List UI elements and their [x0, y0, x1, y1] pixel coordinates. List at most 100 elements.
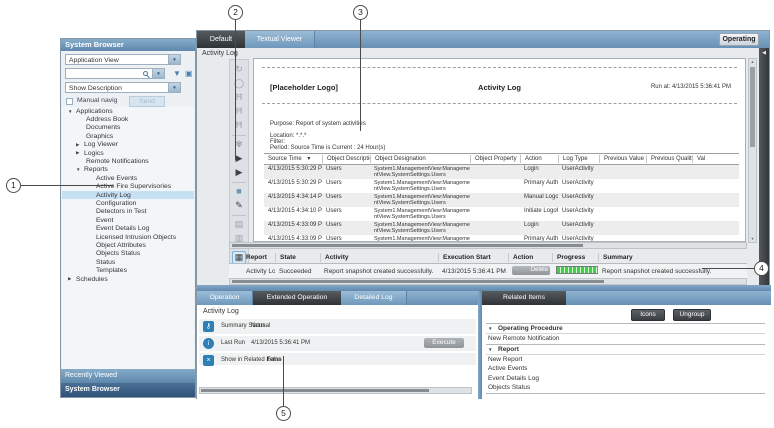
tree-item-graphics[interactable]: Graphics [62, 132, 194, 140]
manual-nav-checkbox[interactable] [66, 98, 73, 105]
report-cell-property [470, 221, 520, 235]
report-cell-prev_value [599, 221, 646, 235]
operation-row-show-in-related-items: ×Show in Related ItemsFalse [199, 353, 476, 365]
tree-item-reports[interactable]: ▼Reports [62, 166, 194, 174]
tree-item-event[interactable]: Event [62, 216, 194, 224]
report-cell-val [692, 179, 739, 193]
scrollbar-thumb[interactable] [201, 389, 429, 392]
operating-button[interactable]: Operating [719, 33, 759, 46]
tree-item-active-fire-supervisories[interactable]: Active Fire Supervisories [62, 183, 194, 191]
tree-item-detectors-in-test[interactable]: Detectors in Test [62, 208, 194, 216]
related-item-objects-status[interactable]: Objects Status [486, 383, 765, 393]
tab-textual-viewer[interactable]: Textual Viewer [245, 31, 315, 48]
scrollbar-thumb[interactable] [750, 67, 755, 147]
report-cell-designation: System1.ManagementView:ManagementView.Sy… [370, 235, 470, 242]
expanded-arrow-icon[interactable]: ▼ [68, 109, 76, 114]
related-items-list: ▼Operating ProcedureNew Remote Notificat… [486, 323, 765, 394]
icons-button[interactable]: Icons [631, 309, 665, 321]
status-horizontal-scrollbar[interactable] [229, 278, 747, 285]
run-selection-icon[interactable]: ▶ [232, 166, 246, 179]
related-group-header: ▼Report [486, 345, 765, 355]
operation-horizontal-scrollbar[interactable] [199, 387, 472, 394]
status-col-activity: Activity [320, 253, 438, 262]
tree-item-active-events[interactable]: Active Events [62, 174, 194, 182]
search-icon [143, 71, 148, 76]
related-item-event-details-log[interactable]: Event Details Log [486, 374, 765, 384]
callout-1: 1 [6, 178, 21, 193]
application-view-combo[interactable]: Application View ▼ [65, 54, 181, 65]
collapsed-arrow-icon[interactable]: ▶ [68, 276, 76, 282]
report-cell-prev_quality [646, 235, 692, 242]
tree-item-log-viewer[interactable]: ▶Log Viewer [62, 141, 194, 149]
related-item-active-events[interactable]: Active Events [486, 364, 765, 374]
report-cell-log_type: UserActivity [558, 235, 599, 242]
tab-default[interactable]: Default [197, 31, 245, 48]
save-icon[interactable]: ▣ [185, 69, 193, 79]
tree-item-label: Documents [86, 124, 120, 131]
operation-object-title: Activity Log [203, 308, 239, 315]
report-cell-log_type: UserActivity [558, 165, 599, 179]
tab-related-items[interactable]: Related Items [482, 291, 566, 305]
scrollbar-thumb[interactable] [232, 280, 604, 283]
tree-item-logics[interactable]: ▶Logics [62, 149, 194, 157]
search-input[interactable]: ▼ [65, 68, 165, 79]
expanded-arrow-icon[interactable]: ▼ [488, 324, 492, 334]
report-cell-action: Login [520, 221, 558, 235]
expanded-arrow-icon[interactable]: ▼ [488, 345, 492, 355]
filter-icon[interactable]: ▼ [173, 69, 181, 79]
chevron-down-icon[interactable]: ▼ [152, 69, 164, 78]
report-cell-time: 4/13/2015 5:30:29 PM [264, 165, 322, 179]
related-item-new-report[interactable]: New Report [486, 355, 765, 365]
tab-extended-operation[interactable]: Extended Operation [253, 291, 341, 305]
report-period: Period: Source Time is Current : 24 Hour… [270, 145, 385, 151]
pane-splitter-strip[interactable]: ◀ [759, 48, 769, 291]
tree-item-event-details-log[interactable]: Event Details Log [62, 224, 194, 232]
edit-icon[interactable]: ✎ [232, 199, 246, 212]
tree-item-objects-status[interactable]: Objects Status [62, 250, 194, 258]
scroll-up-icon[interactable]: ▲ [749, 59, 756, 65]
status-table-row[interactable]: Activity Log Succeeded Report snapshot c… [229, 264, 747, 278]
tree-item-status[interactable]: Status [62, 258, 194, 266]
execute-button[interactable]: Execute [424, 338, 464, 348]
report-vertical-scrollbar[interactable]: ▲ ▼ [748, 58, 757, 243]
recently-viewed-bar[interactable]: Recently Viewed [61, 369, 195, 383]
chevron-down-icon[interactable]: ▼ [168, 55, 180, 64]
tree-item-activity-log[interactable]: Activity Log [62, 191, 194, 199]
collapsed-arrow-icon[interactable]: ▶ [76, 142, 84, 148]
tree-item-applications[interactable]: ▼Applications [62, 107, 194, 115]
collapsed-arrow-icon[interactable]: ▶ [76, 150, 84, 156]
related-item-new-remote-notification[interactable]: New Remote Notification [486, 334, 765, 344]
tree-item-configuration[interactable]: Configuration [62, 199, 194, 207]
system-browser-bottom-tab[interactable]: System Browser [61, 383, 195, 397]
tree-item-remote-notifications[interactable]: Remote Notifications [62, 157, 194, 165]
scroll-down-icon[interactable]: ▼ [749, 236, 756, 242]
callout-5-line [283, 356, 284, 406]
tree-item-address-book[interactable]: Address Book [62, 115, 194, 123]
report-horizontal-scrollbar[interactable] [229, 242, 747, 249]
tree-item-licensed-intrusion-objects[interactable]: Licensed Intrusion Objects [62, 233, 194, 241]
ungroup-button[interactable]: Ungroup [673, 309, 711, 321]
report-cell-designation: System1.ManagementView:ManagementView.Sy… [370, 165, 470, 179]
tree-item-object-attributes[interactable]: Object Attributes [62, 241, 194, 249]
collapse-pane-icon[interactable]: ◀ [759, 50, 769, 56]
tree-item-schedules[interactable]: ▶Schedules [62, 275, 194, 283]
expanded-arrow-icon[interactable]: ▼ [76, 167, 84, 172]
tree-item-label: Logics [84, 150, 104, 157]
tab-detailed-log[interactable]: Detailed Log [341, 291, 407, 305]
report-cell-desc: Users [322, 221, 370, 235]
export-pdf-icon[interactable]: ▤ [232, 218, 246, 231]
stop-icon[interactable]: ■ [232, 185, 246, 198]
tree-item-label: Objects Status [96, 250, 140, 257]
report-col-previous-value: Previous Value [599, 155, 646, 163]
tree-item-documents[interactable]: Documents [62, 124, 194, 132]
tree-item-label: Schedules [76, 276, 108, 283]
scrollbar-thumb[interactable] [232, 244, 583, 247]
show-description-combo[interactable]: Show Description ▼ [65, 82, 181, 93]
send-button[interactable]: Send [129, 96, 165, 107]
report-cell-property [470, 193, 520, 207]
chevron-down-icon[interactable]: ▼ [168, 83, 180, 92]
tab-operation[interactable]: Operation [197, 291, 253, 305]
report-cell-val [692, 165, 739, 179]
delete-button[interactable]: Delete [512, 266, 550, 275]
tree-item-templates[interactable]: Templates [62, 266, 194, 274]
